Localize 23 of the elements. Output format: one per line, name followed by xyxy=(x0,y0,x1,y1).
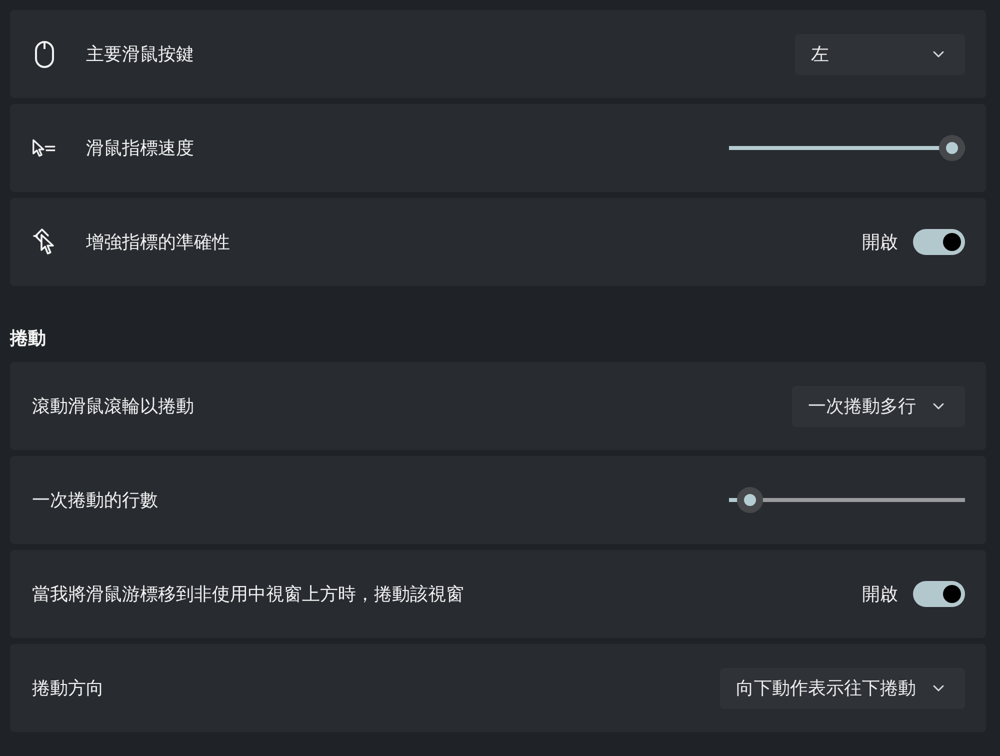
chevron-down-icon xyxy=(933,684,944,692)
cursor-lines-icon xyxy=(32,138,56,158)
setting-label: 捲動方向 xyxy=(32,677,104,700)
setting-label: 當我將滑鼠游標移到非使用中視窗上方時，捲動該視窗 xyxy=(32,583,464,606)
slider-thumb[interactable] xyxy=(939,135,965,161)
toggle-state-label: 開啟 xyxy=(862,583,898,606)
setting-label: 增強指標的準確性 xyxy=(86,231,230,254)
chevron-down-icon xyxy=(933,50,944,58)
cursor-diamond-icon xyxy=(33,228,55,256)
dropdown-button[interactable]: 向下動作表示往下捲動 xyxy=(720,668,965,708)
setting-label: 滑鼠指標速度 xyxy=(86,137,194,160)
setting-label: 一次捲動的行數 xyxy=(32,489,158,512)
toggle-switch[interactable] xyxy=(913,229,965,255)
section-heading: 捲動 xyxy=(10,327,46,351)
mouse-icon xyxy=(34,40,54,68)
dropdown-button[interactable]: 左 xyxy=(795,34,965,74)
dropdown-button[interactable]: 一次捲動多行 xyxy=(792,386,965,426)
slider-thumb[interactable] xyxy=(737,487,764,513)
chevron-down-icon xyxy=(933,402,944,410)
setting-label: 滾動滑鼠滾輪以捲動 xyxy=(32,395,194,418)
toggle-state-label: 開啟 xyxy=(862,231,898,254)
toggle-switch[interactable] xyxy=(913,581,965,607)
setting-label: 主要滑鼠按鍵 xyxy=(86,43,194,66)
